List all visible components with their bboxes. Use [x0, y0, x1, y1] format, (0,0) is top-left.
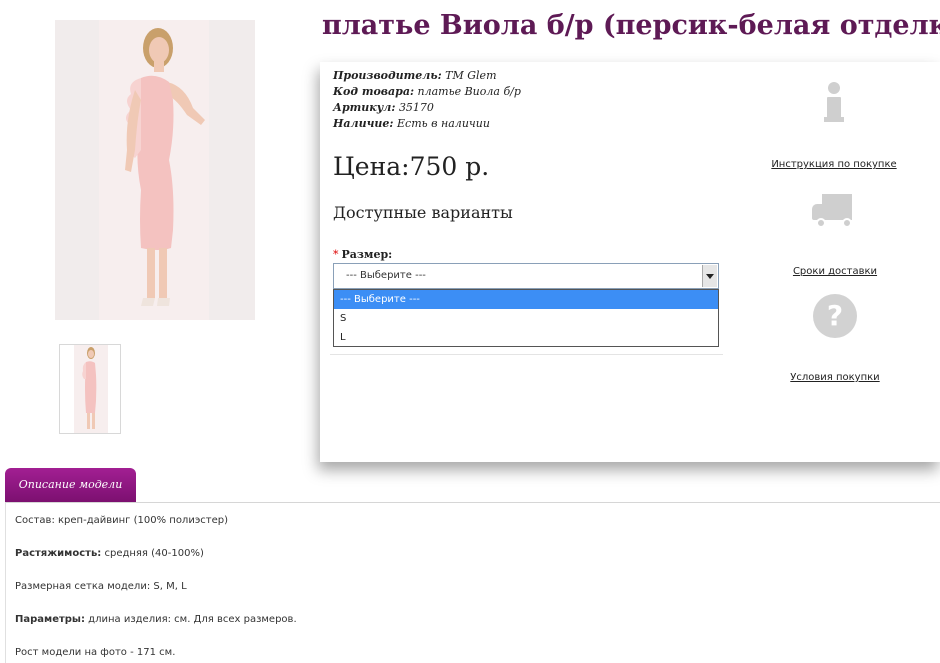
- delivery-item: Сроки доставки: [765, 259, 905, 278]
- meta-row-availability: Наличие: Есть в наличии: [333, 117, 490, 130]
- meta-row-manufacturer: Производитель: TM Glem: [333, 69, 497, 82]
- product-info-panel: Производитель: TM Glem Код товара: плать…: [320, 62, 940, 462]
- product-meta: Производитель: TM Glem Код товара: плать…: [333, 68, 521, 132]
- size-dropdown-list[interactable]: --- Выберите --- S L: [333, 289, 719, 347]
- size-select-value: --- Выберите ---: [346, 270, 426, 281]
- meta-row-code: Код товара: платье Виола б/р: [333, 85, 521, 98]
- divider: [330, 354, 723, 355]
- desc-model-height: Рост модели на фото - 171 см.: [15, 647, 176, 658]
- size-option-s[interactable]: S: [334, 309, 718, 328]
- question-icon: ?: [813, 294, 857, 338]
- chevron-down-icon[interactable]: [702, 265, 717, 287]
- truck-icon: [812, 192, 860, 230]
- conditions-link[interactable]: Условия покупки: [790, 372, 879, 383]
- delivery-link[interactable]: Сроки доставки: [793, 266, 877, 277]
- product-page: платье Виола б/р (персик-белая отделка) …: [0, 0, 940, 663]
- instruction-item: Инструкция по покупке: [764, 152, 904, 171]
- required-mark: *: [333, 248, 339, 261]
- product-main-image[interactable]: [55, 20, 255, 320]
- instruction-link[interactable]: Инструкция по покупке: [771, 159, 896, 170]
- desc-composition: Состав: креп-дайвинг (100% полиэстер): [15, 515, 229, 526]
- product-title: платье Виола б/р (персик-белая отделка): [322, 10, 940, 41]
- product-price: Цена:750 р.: [333, 152, 490, 181]
- size-label: * Размер:: [333, 248, 393, 261]
- desc-parameters: Параметры: длина изделия: см. Для всех р…: [15, 614, 297, 625]
- info-icon: [824, 82, 844, 124]
- size-select[interactable]: --- Выберите ---: [333, 263, 719, 289]
- size-option-placeholder[interactable]: --- Выберите ---: [334, 290, 718, 309]
- conditions-item: Условия покупки: [765, 365, 905, 384]
- desc-stretch: Растяжимость: средняя (40-100%): [15, 548, 204, 559]
- product-thumbnail[interactable]: [59, 344, 121, 434]
- meta-row-article: Артикул: 35170: [333, 101, 434, 114]
- desc-size-range: Размерная сетка модели: S, M, L: [15, 581, 187, 592]
- tab-description[interactable]: Описание модели: [5, 468, 136, 502]
- description-panel: Состав: креп-дайвинг (100% полиэстер) Ра…: [5, 502, 940, 663]
- size-option-l[interactable]: L: [334, 328, 718, 347]
- variants-heading: Доступные варианты: [333, 203, 513, 222]
